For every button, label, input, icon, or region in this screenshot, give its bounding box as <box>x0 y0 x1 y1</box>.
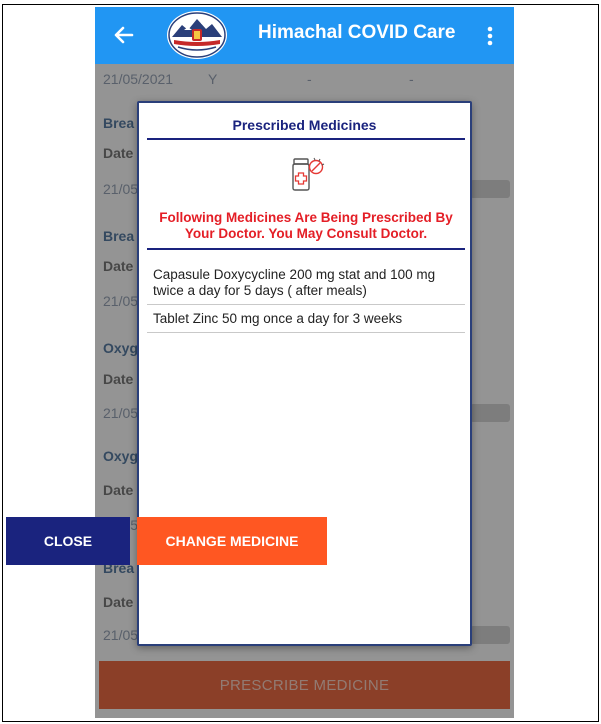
medicine-bottle-icon <box>292 157 325 191</box>
himachal-emblem-logo <box>167 11 227 59</box>
close-button[interactable]: CLOSE <box>6 517 130 565</box>
more-vert-icon[interactable] <box>482 21 498 51</box>
prescription-notice: Following Medicines Are Being Prescribed… <box>159 210 453 241</box>
notice-divider <box>147 248 465 250</box>
app-bar: Himachal COVID Care <box>95 7 514 64</box>
app-title: Himachal COVID Care <box>258 22 456 43</box>
medicine-item: Tablet Zinc 50 mg once a day for 3 weeks <box>147 305 465 333</box>
arrow-left-icon[interactable] <box>108 19 140 51</box>
title-divider <box>147 138 465 140</box>
dialog-title: Prescribed Medicines <box>232 117 377 133</box>
change-medicine-button[interactable]: CHANGE MEDICINE <box>137 517 327 565</box>
medicine-list: Capasule Doxycycline 200 mg stat and 100… <box>147 261 465 333</box>
medicine-item: Capasule Doxycycline 200 mg stat and 100… <box>147 261 465 305</box>
